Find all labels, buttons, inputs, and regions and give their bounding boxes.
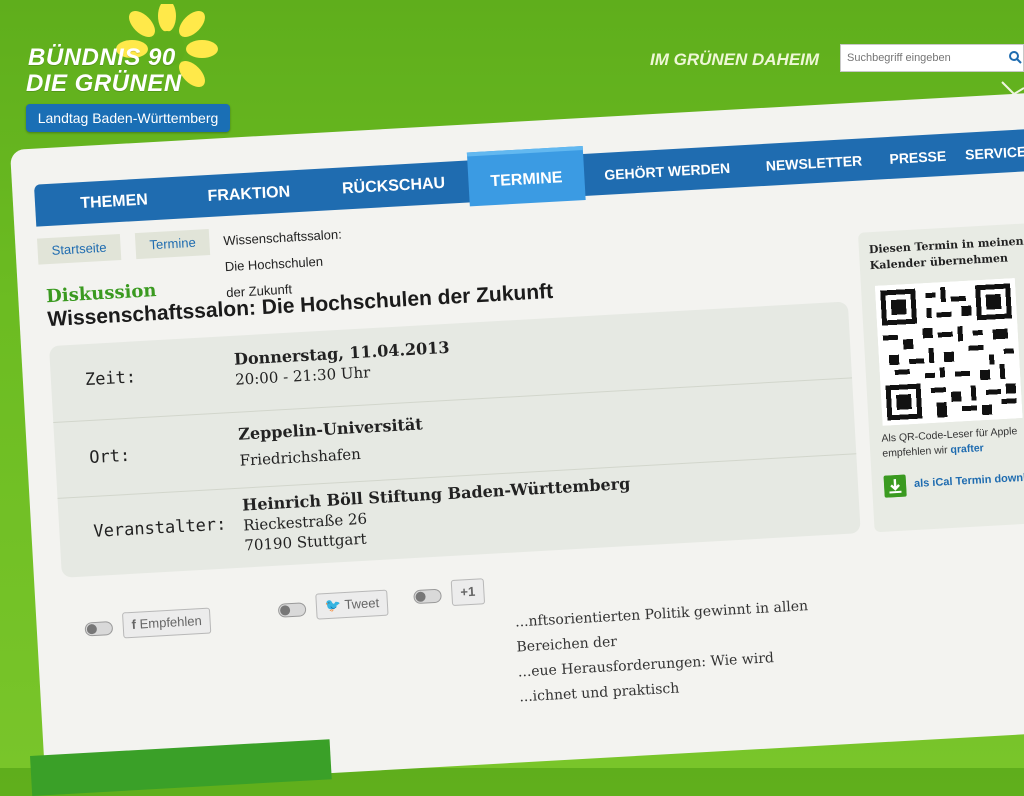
twitter-toggle[interactable]	[277, 602, 307, 618]
nav-item-newsletter[interactable]: NEWSLETTER	[749, 138, 879, 187]
search-icon[interactable]	[1008, 50, 1022, 64]
qr-code-icon	[874, 278, 1023, 426]
ort-label: Ort:	[88, 445, 131, 469]
ort-value: Zeppelin-Universität Friedrichshafen	[238, 411, 425, 473]
facebook-button[interactable]: f Empfehlen	[121, 607, 212, 639]
ort-city: Friedrichshafen	[239, 444, 362, 470]
veranstalter-label: Veranstalter:	[92, 514, 227, 542]
twitter-icon: 🐦	[324, 597, 342, 614]
content-panel: THEMEN FRAKTION RÜCKSCHAU TERMINE GEHÖRT…	[10, 92, 1024, 790]
landtag-badge[interactable]: Landtag Baden-Württemberg	[26, 104, 230, 132]
main-nav: THEMEN FRAKTION RÜCKSCHAU TERMINE GEHÖRT…	[33, 128, 1024, 227]
nav-item-termine[interactable]: TERMINE	[466, 146, 586, 207]
download-icon	[883, 474, 907, 498]
facebook-toggle[interactable]	[84, 621, 114, 637]
breadcrumb-termine[interactable]: Termine	[134, 229, 211, 260]
nav-item-gehoert-werden[interactable]: GEHÖRT WERDEN	[583, 145, 751, 196]
qr-reader-note: Als QR-Code-Leser für Apple empfehlen wi…	[881, 422, 1024, 461]
nav-item-themen[interactable]: THEMEN	[48, 177, 180, 226]
calendar-sidebar: Diesen Termin in meinen Kalender überneh…	[857, 222, 1024, 533]
search-input[interactable]	[840, 44, 1024, 72]
nav-item-rueckschau[interactable]: RÜCKSCHAU	[318, 160, 470, 210]
logo-line-2: DIE GRÜNEN	[26, 70, 182, 97]
event-main: Diskussion Wissenschaftssalon: Die Hochs…	[45, 232, 867, 705]
gplus-toggle[interactable]	[413, 588, 442, 605]
zeit-label: Zeit:	[84, 367, 137, 391]
facebook-icon: f	[131, 616, 137, 632]
nav-item-service[interactable]: SERVICE	[957, 129, 1024, 175]
breadcrumb-current: Wissenschaftssalon: Die Hochschulen der …	[222, 226, 343, 301]
nav-item-presse[interactable]: PRESSE	[877, 133, 959, 179]
ort-name: Zeppelin-Universität	[237, 414, 424, 444]
ical-download[interactable]: als iCal Termin downloaden	[883, 466, 1024, 500]
qrafter-link[interactable]: qrafter	[950, 442, 984, 456]
gplus-button[interactable]: +1	[450, 578, 485, 607]
breadcrumb: Startseite Termine Wissenschaftssalon: D…	[36, 227, 342, 300]
veranstalter-value: Heinrich Böll Stiftung Baden-Württemberg…	[242, 474, 633, 556]
nav-item-fraktion[interactable]: FRAKTION	[178, 169, 320, 219]
event-description: ...nftsorientierten Politik gewinnt in a…	[514, 590, 879, 710]
sidebar-title: Diesen Termin in meinen Kalender überneh…	[868, 234, 1024, 273]
tweet-label: Tweet	[344, 595, 380, 613]
tweet-button[interactable]: 🐦 Tweet	[315, 589, 389, 620]
logo-line-1: BÜNDNIS 90	[28, 44, 176, 71]
qr-reader-text: Als QR-Code-Leser für Apple empfehlen wi…	[881, 425, 1018, 460]
zeit-value: Donnerstag, 11.04.2013 20:00 - 21:30 Uhr	[234, 338, 452, 390]
ical-download-label: als iCal Termin downloaden	[913, 469, 1024, 491]
breadcrumb-home[interactable]: Startseite	[36, 234, 122, 265]
event-details-card: Zeit: Donnerstag, 11.04.2013 20:00 - 21:…	[49, 301, 861, 578]
slogan: IM GRÜNEN DAHEIM	[650, 50, 820, 69]
facebook-label: Empfehlen	[139, 613, 203, 632]
